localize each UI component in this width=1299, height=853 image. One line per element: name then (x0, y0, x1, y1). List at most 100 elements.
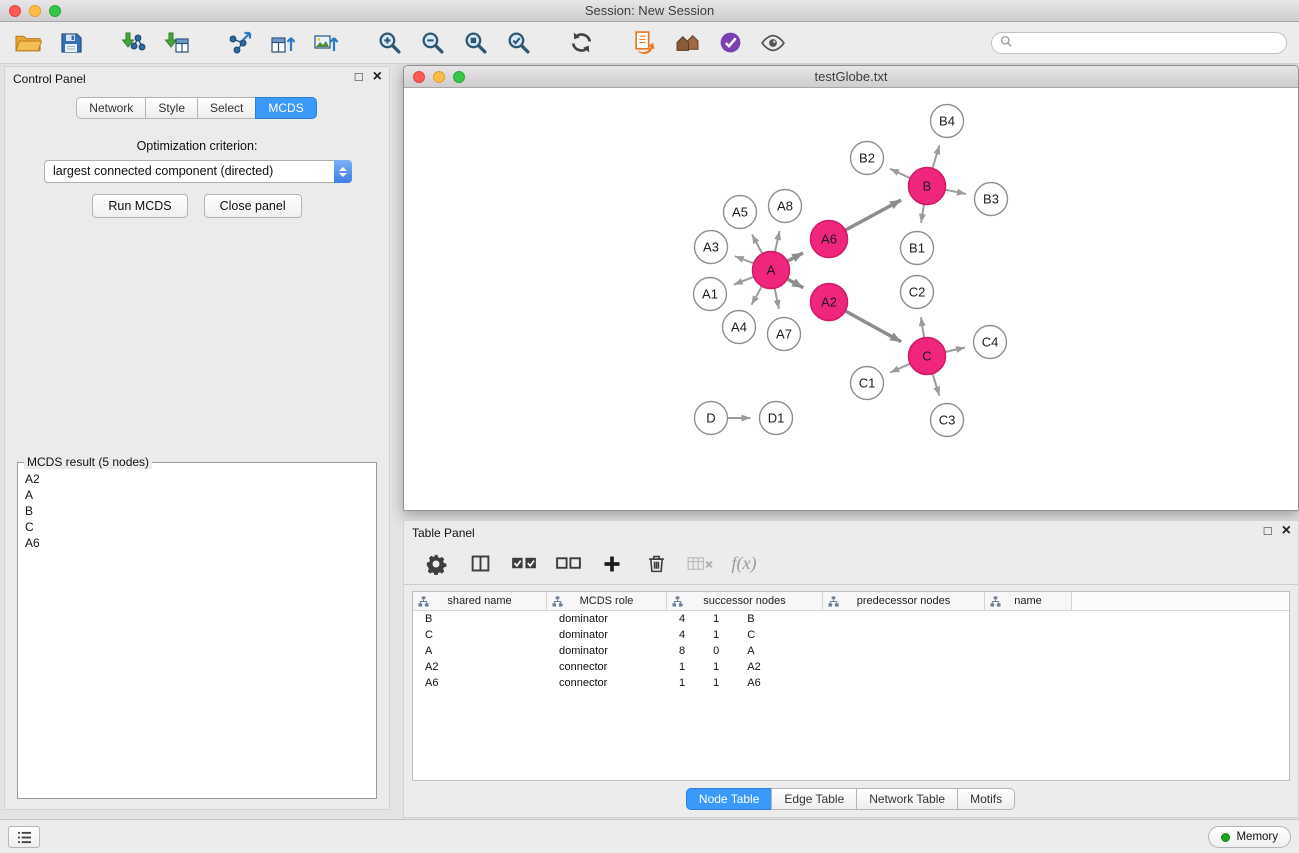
graph-node-label: A7 (776, 327, 792, 342)
save-session-button[interactable] (53, 26, 89, 60)
column-header-name[interactable]: name (985, 592, 1072, 610)
minimize-network-window-button[interactable] (433, 71, 445, 83)
graph-node-A4[interactable]: A4 (723, 311, 756, 344)
refresh-view-button[interactable] (563, 26, 599, 60)
close-network-window-button[interactable] (413, 71, 425, 83)
graph-node-C[interactable]: C (909, 338, 946, 375)
close-panel-icon[interactable] (373, 69, 382, 84)
graph-node-C4[interactable]: C4 (974, 326, 1007, 359)
graph-node-B[interactable]: B (909, 168, 946, 205)
graph-node-A1[interactable]: A1 (694, 278, 727, 311)
export-network-button[interactable] (222, 26, 258, 60)
open-recent-session-button[interactable] (626, 26, 662, 60)
control-panel-tabs: NetworkStyleSelectMCDS (5, 97, 389, 119)
graph-node-B4[interactable]: B4 (931, 105, 964, 138)
import-network-button[interactable] (116, 26, 152, 60)
column-header-mcds-role[interactable]: MCDS role (547, 592, 667, 610)
network-canvas[interactable]: B4 B2 B B3 A5 A8 A6 B1 A3 A C2 A1 A2 A4 A7 C C4 C1 C3 D D1 (404, 88, 1298, 510)
table-settings-button[interactable] (420, 549, 452, 579)
network-window-titlebar[interactable]: testGlobe.txt (404, 66, 1298, 88)
column-header-predecessor-nodes[interactable]: predecessor nodes (823, 592, 985, 610)
column-header-shared-name[interactable]: shared name (413, 592, 547, 610)
table-row[interactable]: A6connector11A6 (413, 675, 1289, 691)
apply-style-button[interactable] (712, 26, 748, 60)
graph-node-B1[interactable]: B1 (901, 232, 934, 265)
table-cell: 1 (701, 629, 735, 641)
table-row[interactable]: Cdominator41C (413, 627, 1289, 643)
graph-node-C1[interactable]: C1 (851, 367, 884, 400)
create-column-button[interactable] (596, 549, 628, 579)
graph-node-B2[interactable]: B2 (851, 142, 884, 175)
graph-node-A6[interactable]: A6 (811, 221, 848, 258)
float-table-panel-icon[interactable] (1264, 523, 1272, 538)
table-tab-network-table[interactable]: Network Table (856, 788, 958, 810)
table-panel-header: Table Panel (404, 521, 1298, 545)
graph-node-C3[interactable]: C3 (931, 404, 964, 437)
graph-node-A8[interactable]: A8 (769, 190, 802, 223)
minimize-window-button[interactable] (29, 5, 41, 17)
close-panel-button[interactable]: Close panel (204, 194, 302, 218)
home-button[interactable] (669, 26, 705, 60)
graph-node-B3[interactable]: B3 (975, 183, 1008, 216)
main-titlebar: Session: New Session (0, 0, 1299, 22)
function-builder-button[interactable]: f(x) (728, 549, 760, 579)
export-image-button[interactable] (308, 26, 344, 60)
optimization-criterion-select[interactable]: largest connected component (directed) (44, 160, 352, 183)
control-tab-mcds[interactable]: MCDS (255, 97, 316, 119)
mcds-result-box: MCDS result (5 nodes) A2ABCA6 (17, 455, 377, 799)
close-table-panel-icon[interactable] (1282, 523, 1291, 538)
delete-columns-button[interactable] (640, 549, 672, 579)
import-table-button[interactable] (159, 26, 195, 60)
table-row[interactable]: Bdominator41B (413, 611, 1289, 627)
close-window-button[interactable] (9, 5, 21, 17)
zoom-out-button[interactable] (414, 26, 450, 60)
mcds-result-item[interactable]: C (22, 519, 372, 535)
control-tab-select[interactable]: Select (197, 97, 256, 119)
deselect-all-rows-button[interactable] (552, 549, 584, 579)
mcds-result-item[interactable]: A6 (22, 535, 372, 551)
mcds-result-item[interactable]: B (22, 503, 372, 519)
toggle-graphics-details-button[interactable] (755, 26, 791, 60)
control-tab-style[interactable]: Style (145, 97, 198, 119)
memory-button[interactable]: Memory (1208, 826, 1291, 848)
select-all-rows-button[interactable] (508, 549, 540, 579)
maximize-network-window-button[interactable] (453, 71, 465, 83)
open-session-button[interactable] (10, 26, 46, 60)
graph-node-A[interactable]: A (753, 252, 790, 289)
toolbar-separator (96, 28, 109, 58)
task-history-button[interactable] (8, 826, 40, 848)
float-panel-icon[interactable] (355, 69, 363, 84)
control-tab-network[interactable]: Network (76, 97, 146, 119)
zoom-selected-button[interactable] (500, 26, 536, 60)
column-header-successor-nodes[interactable]: successor nodes (667, 592, 823, 610)
search-input[interactable] (1018, 36, 1278, 50)
show-columns-button[interactable] (464, 549, 496, 579)
table-tab-motifs[interactable]: Motifs (957, 788, 1015, 810)
mcds-result-title: MCDS result (5 nodes) (24, 455, 152, 469)
export-table-button[interactable] (265, 26, 301, 60)
run-mcds-button[interactable]: Run MCDS (92, 194, 187, 218)
search-box[interactable] (991, 32, 1287, 54)
maximize-window-button[interactable] (49, 5, 61, 17)
table-cell: C (735, 629, 822, 641)
graph-node-A7[interactable]: A7 (768, 318, 801, 351)
graph-node-C2[interactable]: C2 (901, 276, 934, 309)
graph-node-D1[interactable]: D1 (760, 402, 793, 435)
table-row[interactable]: A2connector11A2 (413, 659, 1289, 675)
mcds-result-item[interactable]: A (22, 487, 372, 503)
graph-node-D[interactable]: D (695, 402, 728, 435)
table-cell: A (413, 645, 547, 657)
graph-node-label: A8 (777, 199, 793, 214)
zoom-in-button[interactable] (371, 26, 407, 60)
graph-node-A2[interactable]: A2 (811, 284, 848, 321)
table-tab-node-table[interactable]: Node Table (686, 788, 773, 810)
graph-node-A5[interactable]: A5 (724, 196, 757, 229)
graph-node-A3[interactable]: A3 (695, 231, 728, 264)
table-tab-edge-table[interactable]: Edge Table (771, 788, 857, 810)
delete-table-button[interactable] (684, 549, 716, 579)
graph-node-label: A1 (702, 287, 718, 302)
graph-node-label: B2 (859, 151, 875, 166)
mcds-result-item[interactable]: A2 (22, 471, 372, 487)
zoom-fit-button[interactable] (457, 26, 493, 60)
table-row[interactable]: Adominator80A (413, 643, 1289, 659)
